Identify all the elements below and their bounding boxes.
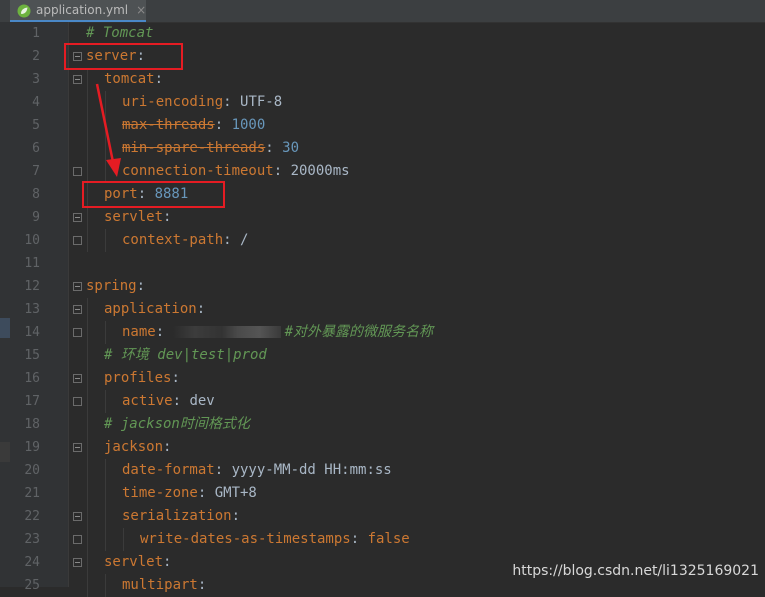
annotation-arrow bbox=[95, 83, 121, 177]
code-editor[interactable]: 1 # Tomcat 2 server: 3 tomcat: 4 uri-encoding: … bbox=[0, 22, 765, 597]
watermark: https://blog.csdn.net/li1325169021 bbox=[512, 563, 759, 579]
editor-tab-bar: application.yml × bbox=[0, 0, 765, 23]
close-icon[interactable]: × bbox=[136, 3, 146, 17]
tab-application-yml[interactable]: application.yml × bbox=[10, 0, 146, 22]
tab-title: application.yml bbox=[36, 3, 129, 17]
spring-leaf-icon bbox=[17, 3, 31, 18]
